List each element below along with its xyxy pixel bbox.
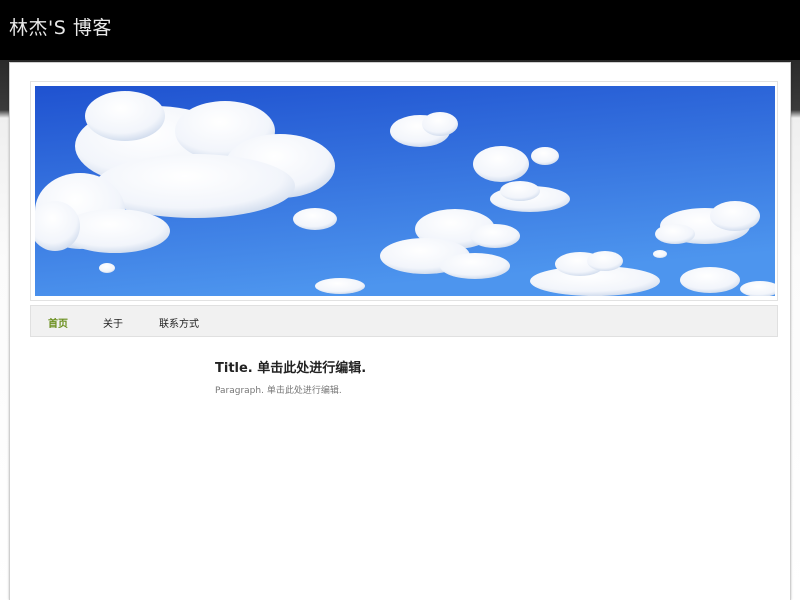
site-title[interactable]: 林杰'S 博客 (9, 13, 112, 40)
sky-clouds-image (35, 86, 775, 296)
nav-item-about[interactable]: 关于 (103, 315, 123, 330)
nav-item-contact[interactable]: 联系方式 (159, 315, 199, 330)
main-nav: 首页 关于 联系方式 (30, 305, 778, 337)
header-banner-frame (30, 81, 778, 301)
content-paragraph[interactable]: Paragraph. 单击此处进行编辑. (215, 383, 342, 396)
nav-item-home[interactable]: 首页 (48, 315, 68, 330)
content-title[interactable]: Title. 单击此处进行编辑. (215, 357, 366, 376)
top-bar: 林杰'S 博客 (0, 0, 800, 60)
sky-clouds-banner (35, 86, 775, 296)
page-container: 首页 关于 联系方式 Title. 单击此处进行编辑. Paragraph. 单… (9, 62, 791, 600)
